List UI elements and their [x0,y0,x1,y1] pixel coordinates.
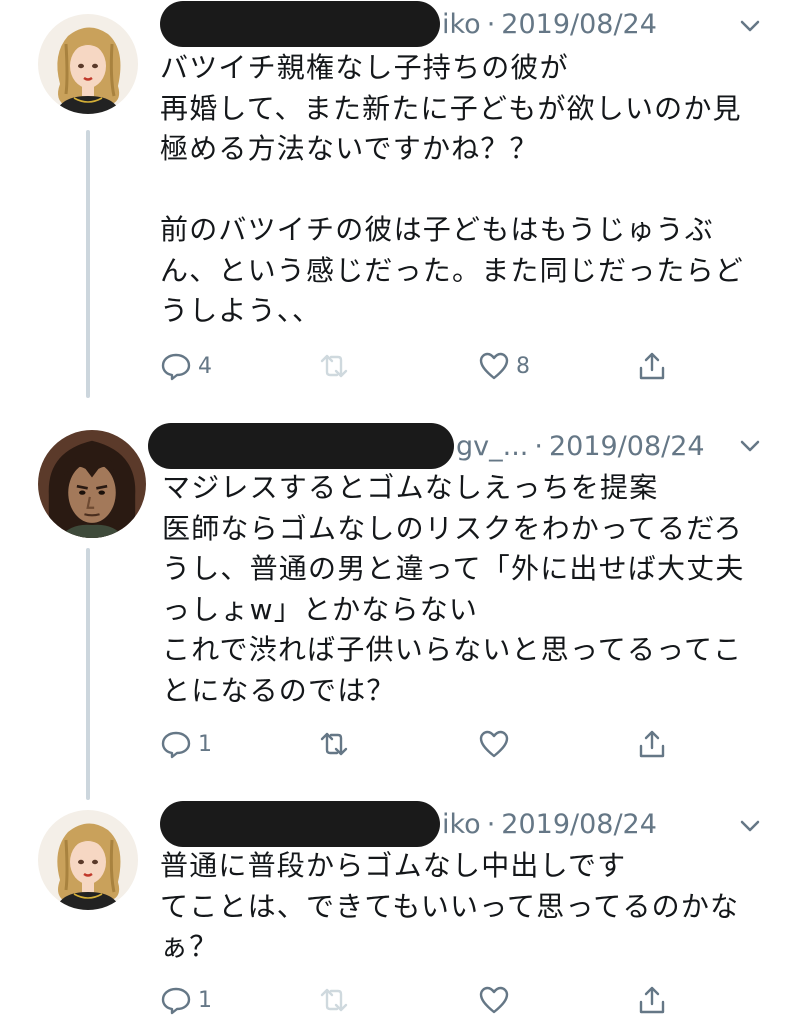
heart-icon [479,352,509,380]
share-button[interactable] [636,724,668,764]
separator: · [486,8,496,40]
chevron-down-icon[interactable] [736,12,764,40]
thread-line [86,130,90,398]
reply-icon [161,731,191,759]
separator: · [534,430,543,462]
dark-haired-man-avatar-icon [38,430,146,538]
avatar[interactable] [38,810,138,910]
reply-icon [161,987,191,1015]
tweet-text: バツイチ親権なし子持ちの彼が 再婚して、また新たに子どもが欲しいのか見 極める方… [160,51,745,327]
handle[interactable]: iko [442,9,481,40]
like-count: 8 [516,353,530,379]
retweet-icon [320,732,348,756]
chevron-down-icon[interactable] [736,812,764,840]
like-button[interactable] [478,980,516,1020]
reply-button[interactable]: 1 [160,724,212,764]
redacted-username [160,801,440,847]
heart-icon [479,730,509,758]
separator: · [486,808,496,840]
reply-icon [161,353,191,381]
reply-count: 1 [198,987,212,1013]
retweet-button[interactable] [318,346,356,386]
retweet-button[interactable] [318,724,356,764]
share-icon [639,730,665,758]
tweet-header: iko · 2019/08/24 [160,801,657,847]
blonde-woman-avatar-icon [38,14,138,114]
handle[interactable]: iko [442,809,481,840]
tweet-text: マジレスするとゴムなしえっちを提案 医師ならゴムなしのリスクをわかってるだろ う… [162,471,745,707]
share-button[interactable] [636,980,668,1020]
blonde-woman-avatar-icon [38,810,138,910]
heart-icon [479,986,509,1014]
reply-count: 1 [198,731,212,757]
tweet-date[interactable]: 2019/08/24 [501,809,657,840]
redacted-username [148,423,454,469]
tweet-1[interactable]: iko · 2019/08/24 バツイチ親権なし子持ちの彼が 再婚して、また新… [0,0,794,400]
avatar[interactable] [38,430,146,538]
tweet-actions: 1 [160,980,720,1020]
share-icon [639,986,665,1014]
tweet-actions: 1 [160,724,720,764]
retweet-button[interactable] [318,980,356,1020]
chevron-down-icon[interactable] [736,432,764,460]
tweet-2[interactable]: gv_... · 2019/08/24 マジレスするとゴムなしえっちを提案 医師… [0,400,794,800]
tweet-header: iko · 2019/08/24 [160,1,657,47]
like-button[interactable]: 8 [478,346,530,386]
thread-line [86,548,90,800]
reply-button[interactable]: 1 [160,980,212,1020]
like-button[interactable] [478,724,516,764]
tweet-actions: 4 8 [160,346,720,386]
share-icon [639,352,665,380]
retweet-icon [320,354,348,378]
reply-button[interactable]: 4 [160,346,212,386]
tweet-date[interactable]: 2019/08/24 [549,431,705,462]
reply-count: 4 [198,353,212,379]
avatar[interactable] [38,14,138,114]
tweet-3[interactable]: iko · 2019/08/24 普通に普段からゴムなし中出しです てことは、で… [0,790,794,1024]
tweet-text: 普通に普段からゴムなし中出しです てことは、できてもいいって思ってるのかな ぁ？ [160,849,740,963]
retweet-icon [320,988,348,1012]
tweet-date[interactable]: 2019/08/24 [501,9,657,40]
handle[interactable]: gv_... [456,431,528,462]
share-button[interactable] [636,346,668,386]
tweet-header: gv_... · 2019/08/24 [148,423,705,469]
redacted-username [160,1,440,47]
